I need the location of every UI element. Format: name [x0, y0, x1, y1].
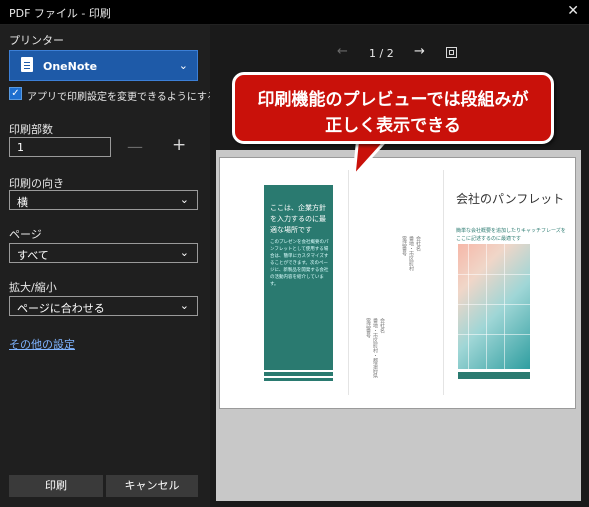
building-photo [458, 244, 530, 369]
orientation-select[interactable]: 横 ⌄ [9, 190, 198, 210]
chevron-down-icon: ⌄ [179, 299, 189, 312]
window-title: PDF ファイル - 印刷 [9, 7, 111, 20]
callout-line-1: 印刷機能のプレビューでは段組みが [257, 90, 529, 110]
chevron-down-icon: ⌄ [179, 246, 189, 259]
previous-page-icon[interactable]: ← [337, 44, 348, 59]
copies-decrement-button[interactable]: — [127, 137, 143, 156]
copies-label: 印刷部数 [9, 123, 53, 136]
copies-increment-button[interactable]: + [172, 135, 186, 155]
print-button[interactable]: 印刷 [9, 475, 103, 497]
brochure-subtitle: 簡単な会社概要を追加したりキャッチフレーズをここに記述するのに最適です [456, 228, 566, 242]
address-line: 番地・市区町村・都道府県 [372, 318, 378, 378]
brochure-strip [264, 372, 333, 376]
copies-value: 1 [17, 141, 24, 154]
more-settings-link[interactable]: その他の設定 [9, 336, 75, 352]
brochure-address-block: 会社名 番地・市区町村・都道府県 電話番号 [364, 318, 385, 378]
brochure-strip [458, 372, 530, 379]
scale-label: 拡大/縮小 [9, 281, 57, 294]
printer-select[interactable]: OneNote ⌄ [9, 50, 198, 81]
address-line: 電話番号 [401, 236, 407, 256]
allow-app-settings-checkbox[interactable]: ✓ [9, 87, 22, 100]
address-line: 番地・市区町村 [408, 236, 414, 271]
close-icon[interactable]: ✕ [567, 3, 579, 19]
scale-value: ページに合わせる [17, 302, 105, 315]
orientation-label: 印刷の向き [9, 177, 64, 190]
fold-line [348, 170, 349, 395]
fit-page-icon[interactable] [446, 47, 457, 58]
brochure-panel-heading: ここは、企業方針を入力するのに最適な場所です [270, 204, 326, 234]
printer-value: OneNote [43, 60, 98, 73]
brochure-panel-body: このプレゼンを会社概要のパンフレットとして使用する場合は、簡単にカスタマイズする… [270, 240, 329, 287]
pages-select[interactable]: すべて ⌄ [9, 243, 198, 263]
pages-label: ページ [9, 228, 42, 241]
cancel-button[interactable]: キャンセル [106, 475, 198, 497]
title-bar: PDF ファイル - 印刷 ✕ [0, 0, 589, 25]
copies-input[interactable]: 1 [9, 137, 111, 157]
brochure-left-panel: ここは、企業方針を入力するのに最適な場所です このプレゼンを会社概要のパンフレッ… [264, 185, 333, 370]
pages-value: すべて [17, 249, 49, 262]
callout-line-2: 正しく表示できる [325, 116, 461, 136]
page-indicator: 1 / 2 [369, 47, 394, 60]
address-line: 会社名 [379, 318, 385, 333]
brochure-address-block: 会社名 番地・市区町村 電話番号 [400, 236, 421, 296]
onenote-icon [21, 57, 33, 72]
next-page-icon[interactable]: → [414, 44, 425, 59]
fold-line [443, 170, 444, 395]
annotation-callout: 印刷機能のプレビューでは段組みが 正しく表示できる [232, 72, 554, 144]
chevron-down-icon: ⌄ [179, 193, 189, 206]
brochure-title: 会社のパンフレット [456, 192, 565, 206]
address-line: 会社名 [415, 236, 421, 251]
printer-label: プリンター [9, 34, 64, 47]
brochure-strip [264, 378, 333, 381]
scale-select[interactable]: ページに合わせる ⌄ [9, 296, 198, 316]
chevron-down-icon: ⌄ [178, 59, 188, 72]
allow-app-settings-label: アプリで印刷設定を変更できるようにする [27, 92, 217, 103]
orientation-value: 横 [17, 196, 28, 209]
address-line: 電話番号 [365, 318, 371, 338]
